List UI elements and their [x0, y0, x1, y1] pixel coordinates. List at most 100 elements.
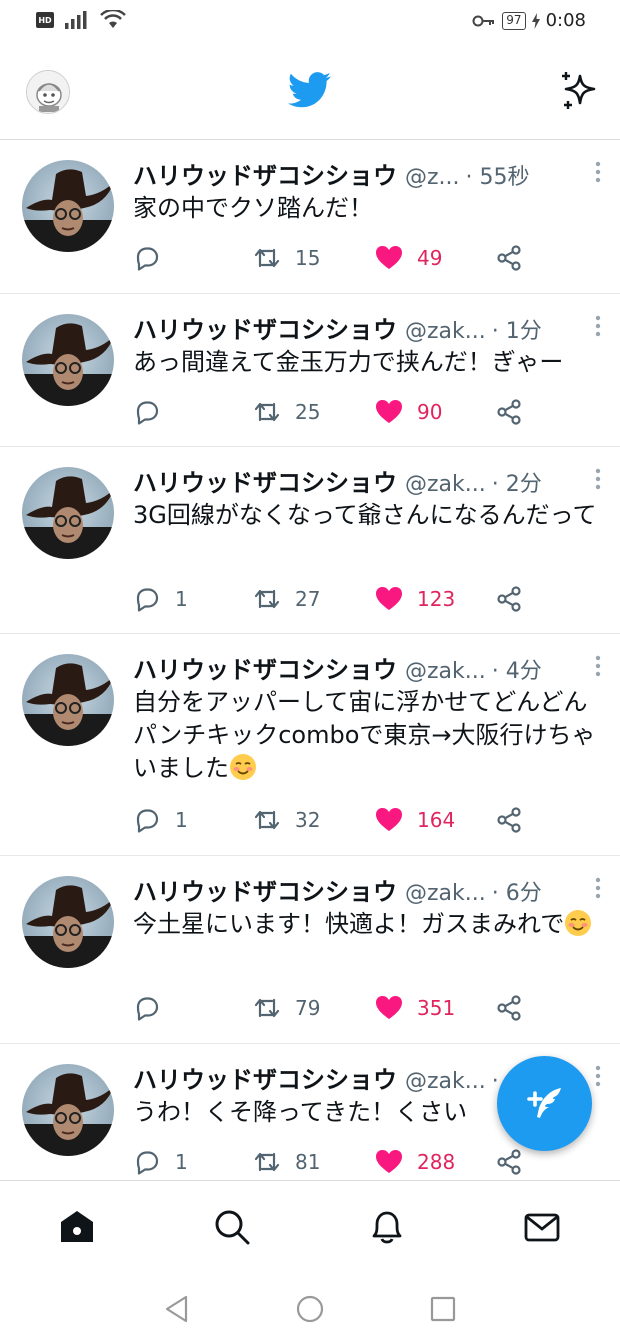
like-heart-icon [376, 587, 402, 610]
like-heart-icon [376, 996, 402, 1019]
like-button[interactable]: 49 [375, 238, 442, 278]
more-options-icon[interactable] [594, 876, 602, 900]
like-heart-icon [376, 808, 402, 831]
retweet-button[interactable]: 25 [253, 392, 320, 432]
nav-search[interactable] [212, 1207, 252, 1247]
reply-count: 1 [175, 587, 188, 611]
reply-button[interactable]: 1 [133, 1142, 188, 1182]
tweet-header: ハリウッドザコシショウ @zak... · 6分 [133, 872, 598, 906]
compose-quill-icon [526, 1087, 561, 1118]
retweet-button[interactable]: 79 [253, 988, 320, 1028]
display-name[interactable]: ハリウッドザコシショウ [133, 156, 397, 191]
user-avatar[interactable] [22, 1064, 114, 1156]
charging-icon [531, 12, 540, 29]
tweet-header: ハリウッドザコシショウ @z... · 55秒 [133, 156, 598, 190]
notifications-icon [372, 1211, 402, 1244]
share-button[interactable] [495, 579, 523, 619]
user-photo-icon [22, 885, 114, 968]
share-button[interactable] [495, 800, 523, 840]
retweet-icon [254, 402, 280, 422]
like-count: 351 [417, 996, 456, 1020]
retweet-count: 32 [295, 808, 321, 832]
share-button[interactable] [495, 392, 523, 432]
compose-tweet-button[interactable] [497, 1056, 592, 1151]
clock: 0:08 [545, 10, 586, 31]
share-button[interactable] [495, 1142, 523, 1182]
share-icon [497, 245, 521, 271]
reply-icon [136, 1151, 159, 1175]
more-options-icon[interactable] [594, 467, 602, 491]
home-circle-icon[interactable] [295, 1294, 325, 1324]
reply-button[interactable] [133, 392, 175, 432]
sparkle-icon[interactable] [558, 70, 600, 112]
tweet-actions: 1 27 123 [133, 579, 598, 619]
tweet[interactable]: ハリウッドザコシショウ @z... · 55秒 家の中でクソ踏んだ！ 15 49 [0, 140, 620, 294]
like-count: 164 [417, 808, 456, 832]
user-avatar[interactable] [22, 654, 114, 746]
twitter-bird-icon[interactable] [288, 72, 332, 108]
tweet-text-wrap: 自分をアッパーして宙に浮かせてどんどんパンチキックcomboで東京→大阪行けちゃ… [133, 686, 598, 785]
display-name[interactable]: ハリウッドザコシショウ [133, 872, 397, 907]
user-avatar[interactable] [22, 876, 114, 968]
retweet-button[interactable]: 32 [253, 800, 320, 840]
user-avatar[interactable] [22, 160, 114, 252]
retweet-icon [254, 1152, 280, 1172]
reply-button[interactable]: 1 [133, 800, 188, 840]
user-avatar[interactable] [22, 314, 114, 406]
reply-button[interactable] [133, 238, 175, 278]
tweet-text: 自分をアッパーして宙に浮かせてどんどんパンチキックcomboで東京→大阪行けちゃ… [133, 688, 596, 782]
like-heart-icon [376, 400, 402, 423]
more-options-icon[interactable] [594, 1064, 602, 1088]
retweet-button[interactable]: 27 [253, 579, 320, 619]
tweet[interactable]: ハリウッドザコシショウ @zak... · 2分 3G回線がなくなって爺さんになるんだ… [0, 447, 620, 634]
more-options-icon[interactable] [594, 654, 602, 678]
like-button[interactable]: 351 [375, 988, 455, 1028]
nav-notifications[interactable] [367, 1207, 407, 1247]
share-icon [497, 1149, 521, 1175]
home-icon [61, 1211, 93, 1242]
tweet[interactable]: ハリウッドザコシショウ @zak... · 6分 今土星にいます！快適よ！ガスまみれで… [0, 856, 620, 1044]
display-name[interactable]: ハリウッドザコシショウ [133, 463, 397, 498]
profile-avatar[interactable] [26, 70, 70, 114]
tweet-text: うわ！くそ降ってきた！くさい [133, 1098, 468, 1126]
messages-icon [524, 1213, 560, 1242]
retweet-button[interactable]: 81 [253, 1142, 320, 1182]
reply-button[interactable] [133, 988, 175, 1028]
display-name[interactable]: ハリウッドザコシショウ [133, 650, 397, 685]
nav-messages[interactable] [522, 1207, 562, 1247]
tweet[interactable]: ハリウッドザコシショウ @zak... · 1分 あっ間違えて金玉万力で挟んだ！ぎゃー… [0, 294, 620, 447]
back-icon[interactable] [162, 1294, 192, 1324]
share-button[interactable] [495, 988, 523, 1028]
retweet-button[interactable]: 15 [253, 238, 320, 278]
display-name[interactable]: ハリウッドザコシショウ [133, 310, 397, 345]
user-handle: @z... [405, 165, 460, 190]
status-bar: HD 97 0:08 [0, 0, 620, 44]
share-button[interactable] [495, 238, 523, 278]
recents-icon[interactable] [428, 1294, 458, 1324]
like-button[interactable]: 123 [375, 579, 455, 619]
more-options-icon[interactable] [594, 160, 602, 184]
user-photo-icon [22, 663, 114, 746]
display-name[interactable]: ハリウッドザコシショウ [133, 1060, 397, 1095]
like-button[interactable]: 90 [375, 392, 442, 432]
tweet-time: · 2分 [491, 472, 542, 497]
key-icon [472, 15, 495, 26]
tweet-body: ハリウッドザコシショウ @zak... · 4分 自分をアッパーして宙に浮かせてどんど… [133, 650, 601, 785]
reply-button[interactable]: 1 [133, 579, 188, 619]
timeline-feed[interactable]: ハリウッドザコシショウ @z... · 55秒 家の中でクソ踏んだ！ 15 49 ハリウッド… [0, 140, 620, 1184]
nav-home[interactable] [57, 1207, 97, 1247]
user-handle: @zak... [405, 659, 486, 684]
battery-level: 97 [502, 11, 526, 30]
tweet-body: ハリウッドザコシショウ @zak... · 2分 3G回線がなくなって爺さんになるんだ… [133, 463, 601, 532]
smiling-face-emoji-icon [230, 754, 256, 780]
tweet[interactable]: ハリウッドザコシショウ @zak... · 4分 自分をアッパーして宙に浮かせてどんど… [0, 634, 620, 856]
user-handle: @zak... [405, 881, 486, 906]
user-avatar[interactable] [22, 467, 114, 559]
like-button[interactable]: 288 [375, 1142, 455, 1182]
smiling-face-emoji-icon [565, 910, 592, 936]
like-button[interactable]: 164 [375, 800, 455, 840]
tweet-header: ハリウッドザコシショウ @zak... · 2分 [133, 463, 598, 497]
retweet-icon [254, 589, 280, 609]
like-count: 123 [417, 587, 456, 611]
more-options-icon[interactable] [594, 314, 602, 338]
